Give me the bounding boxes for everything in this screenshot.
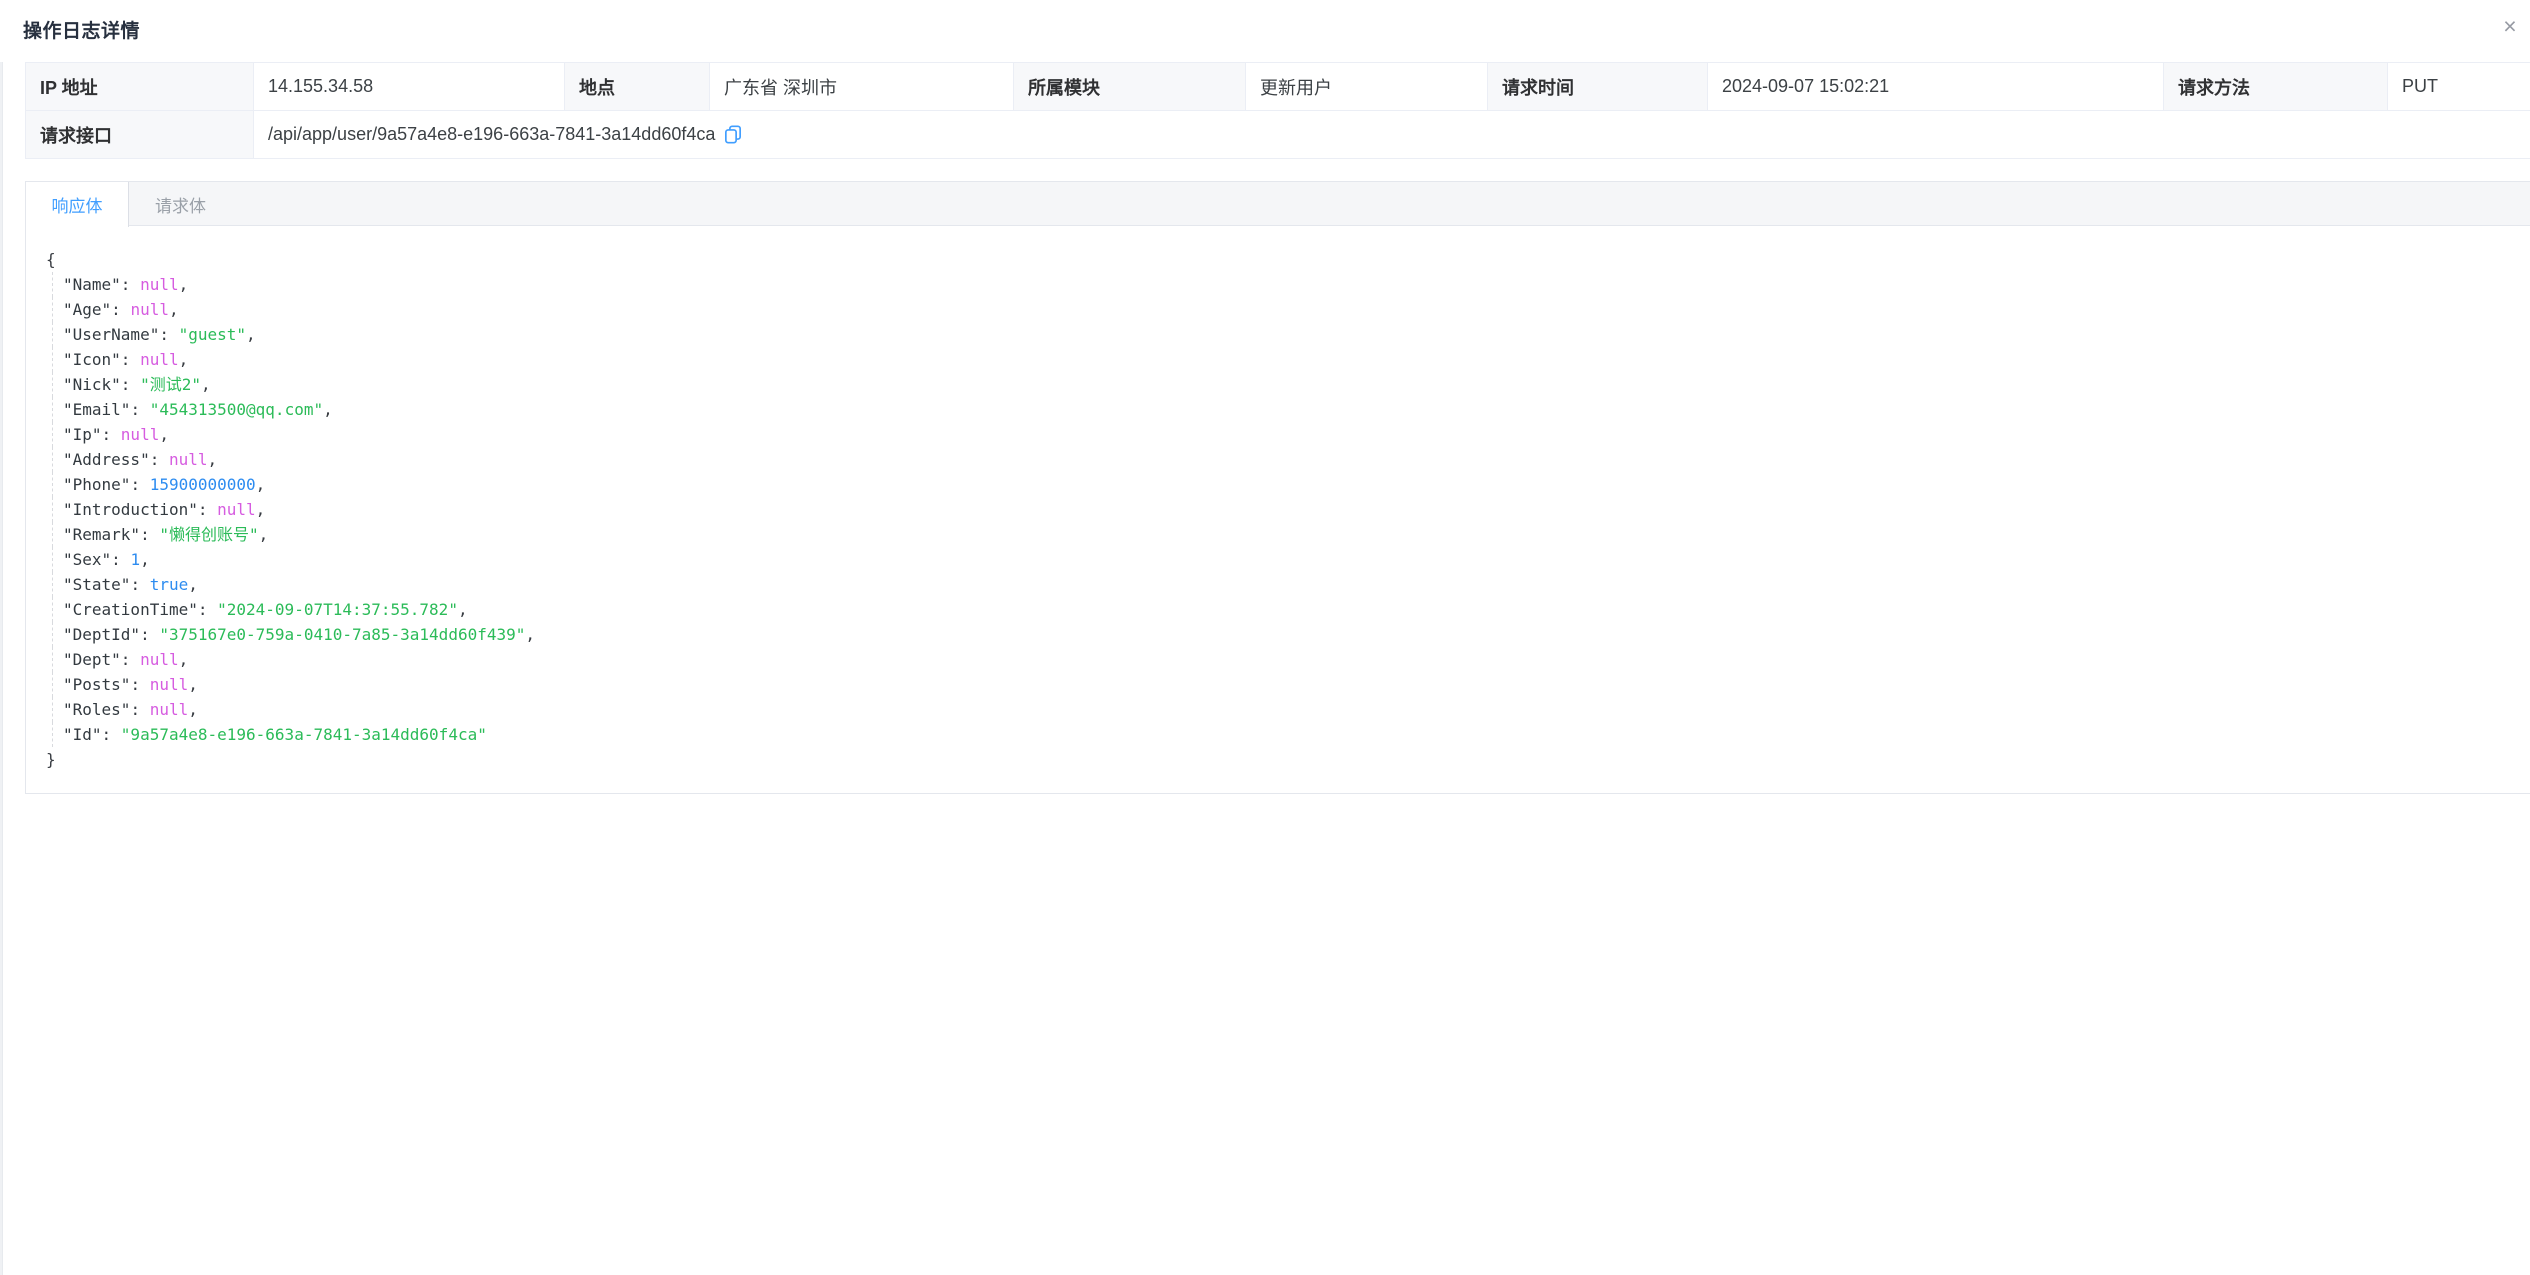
table-row: IP 地址 14.155.34.58 地点 广东省 深圳市 所属模块 更新用户 … — [26, 63, 2530, 111]
code-line: "Dept": null, — [52, 647, 2511, 672]
code-line: "Email": "454313500@qq.com", — [52, 397, 2511, 422]
code-line: "CreationTime": "2024-09-07T14:37:55.782… — [52, 597, 2511, 622]
code-line: } — [46, 747, 2511, 772]
tab-response-body[interactable]: 响应体 — [26, 182, 129, 227]
code-line: "Sex": 1, — [52, 547, 2511, 572]
tab-label: 响应体 — [52, 192, 103, 217]
value-module: 更新用户 — [1246, 63, 1488, 111]
code-line: "Age": null, — [52, 297, 2511, 322]
label-module: 所属模块 — [1014, 63, 1246, 111]
value-request-time: 2024-09-07 15:02:21 — [1708, 63, 2164, 111]
table-row: 请求接口 /api/app/user/9a57a4e8-e196-663a-78… — [26, 111, 2530, 159]
dialog-header: 操作日志详情 × — [0, 0, 2530, 62]
label-request-method: 请求方法 — [2164, 63, 2388, 111]
dialog-title: 操作日志详情 — [23, 16, 140, 43]
log-detail-table: IP 地址 14.155.34.58 地点 广东省 深圳市 所属模块 更新用户 … — [25, 62, 2530, 159]
label-ip: IP 地址 — [26, 63, 254, 111]
value-request-method: PUT — [2388, 63, 2530, 111]
value-request-api: /api/app/user/9a57a4e8-e196-663a-7841-3a… — [254, 111, 2530, 159]
code-line: "Address": null, — [52, 447, 2511, 472]
body-tabs-card: 响应体 请求体 {"Name": null,"Age": null,"UserN… — [25, 181, 2530, 794]
code-line: "Nick": "测试2", — [52, 372, 2511, 397]
value-location: 广东省 深圳市 — [710, 63, 1014, 111]
close-button[interactable]: × — [2494, 10, 2526, 42]
api-path-text: /api/app/user/9a57a4e8-e196-663a-7841-3a… — [268, 124, 715, 145]
copy-button[interactable] — [724, 125, 742, 144]
code-line: "Ip": null, — [52, 422, 2511, 447]
page-left-edge — [0, 0, 3, 1275]
code-line: "UserName": "guest", — [52, 322, 2511, 347]
code-line: "Roles": null, — [52, 697, 2511, 722]
copy-document-icon — [724, 125, 742, 144]
tabs-bar: 响应体 请求体 — [26, 182, 2530, 226]
code-line: "Introduction": null, — [52, 497, 2511, 522]
code-line: "Icon": null, — [52, 347, 2511, 372]
code-line: "DeptId": "375167e0-759a-0410-7a85-3a14d… — [52, 622, 2511, 647]
code-line: "Phone": 15900000000, — [52, 472, 2511, 497]
code-line: "State": true, — [52, 572, 2511, 597]
label-request-time: 请求时间 — [1488, 63, 1708, 111]
tab-request-body[interactable]: 请求体 — [129, 182, 232, 226]
json-viewer-panel[interactable]: {"Name": null,"Age": null,"UserName": "g… — [26, 226, 2530, 793]
close-icon: × — [2503, 13, 2516, 39]
code-line: "Name": null, — [52, 272, 2511, 297]
label-request-api: 请求接口 — [26, 111, 254, 159]
code-line: "Posts": null, — [52, 672, 2511, 697]
label-location: 地点 — [565, 63, 710, 111]
code-line: "Id": "9a57a4e8-e196-663a-7841-3a14dd60f… — [52, 722, 2511, 747]
tab-label: 请求体 — [155, 192, 206, 217]
json-code: {"Name": null,"Age": null,"UserName": "g… — [46, 247, 2511, 772]
code-line: "Remark": "懒得创账号", — [52, 522, 2511, 547]
value-ip: 14.155.34.58 — [254, 63, 565, 111]
code-line: { — [46, 247, 2511, 272]
